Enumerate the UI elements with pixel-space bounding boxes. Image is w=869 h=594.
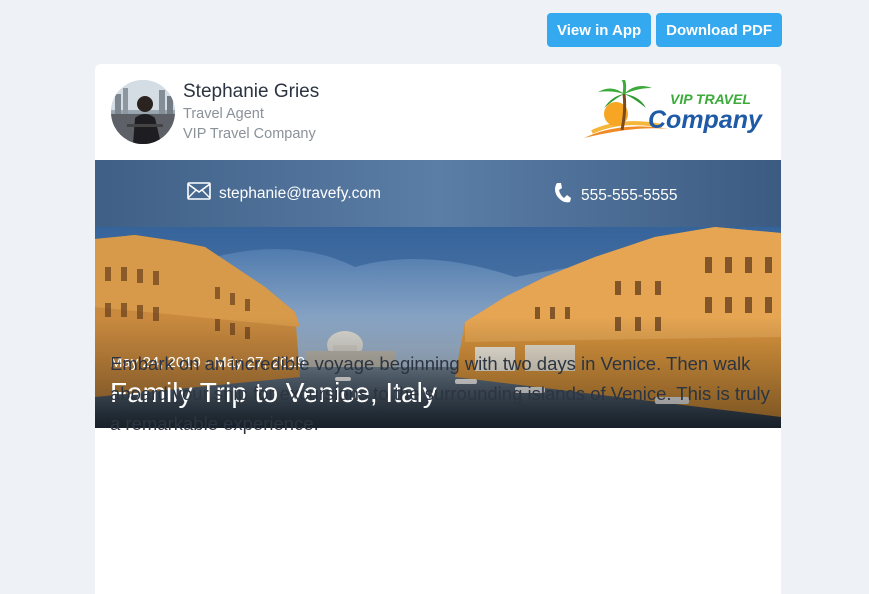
trip-description: Embark on an incredible voyage beginning… [110,353,770,434]
email-link[interactable]: stephanie@travefy.com [219,185,381,203]
itinerary-card: Stephanie Gries Travel Agent VIP Travel … [95,64,781,594]
contact-bar: stephanie@travefy.com 555-555-5555 [95,160,781,227]
contact-email[interactable]: stephanie@travefy.com [187,182,381,205]
agent-company: VIP Travel Company [183,126,316,142]
download-pdf-button[interactable]: Download PDF [656,13,782,47]
avatar [111,80,175,144]
view-in-app-button[interactable]: View in App [546,13,652,47]
logo-line2: Company [648,106,763,134]
logo-line1: VIP TRAVEL [670,91,751,107]
phone-number[interactable]: 555-555-5555 [581,187,678,205]
agent-header: Stephanie Gries Travel Agent VIP Travel … [95,64,781,160]
phone-icon [553,182,571,209]
envelope-icon [187,182,211,205]
agent-title: Travel Agent [183,106,264,122]
company-logo: VIP TRAVEL Company [582,76,766,144]
contact-phone[interactable]: 555-555-5555 [553,182,678,209]
toolbar: View in App Download PDF [546,13,782,47]
agent-name: Stephanie Gries [183,81,320,102]
